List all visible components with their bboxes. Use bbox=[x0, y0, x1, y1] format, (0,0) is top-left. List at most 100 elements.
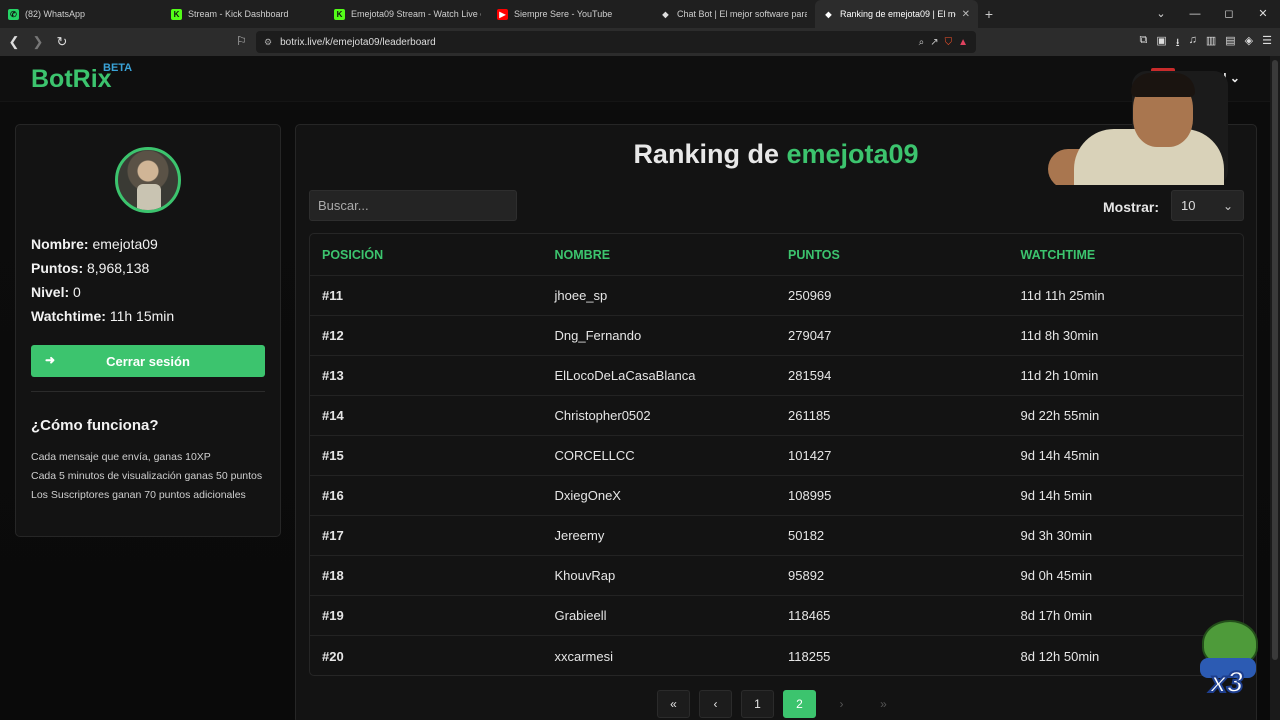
botrix-logo[interactable]: BotRix BETA bbox=[31, 62, 132, 94]
next-page-button[interactable]: › bbox=[825, 690, 858, 718]
column-header-points[interactable]: PUNTOS bbox=[776, 248, 1009, 262]
row-points: 261185 bbox=[788, 408, 831, 423]
profile-points: Puntos: 8,968,138 bbox=[31, 260, 150, 276]
tab-kick-stream[interactable]: K Emejota09 Stream - Watch Live on Ki bbox=[326, 0, 489, 28]
zoom-icon[interactable]: ⌕ bbox=[919, 37, 925, 48]
table-row: #17 Jereemy 50182 9d 3h 30min bbox=[310, 516, 1243, 556]
new-tab-button[interactable]: + bbox=[978, 6, 1000, 22]
last-page-button[interactable]: » bbox=[867, 690, 900, 718]
minimize-icon[interactable]: — bbox=[1178, 0, 1212, 28]
menu-icon[interactable]: ☰ bbox=[1262, 34, 1272, 53]
tab-title: Chat Bot | El mejor software para po bbox=[677, 9, 807, 19]
table-body: #11 jhoee_sp 250969 11d 11h 25min #12 Dng_Fer… bbox=[310, 276, 1243, 675]
tab-ranking[interactable]: ◆ Ranking de emejota09 | El mejor ✕ bbox=[815, 0, 978, 28]
show-count-select[interactable]: 10 ⌄ bbox=[1171, 190, 1244, 221]
sticker-text: x3 bbox=[1209, 665, 1244, 700]
how-it-works-list: Cada mensaje que envía, ganas 10XP Cada … bbox=[31, 448, 262, 505]
reload-icon[interactable]: ↻ bbox=[52, 34, 72, 50]
address-bar[interactable]: ⚙ botrix.live/k/emejota09/leaderboard ⌕ … bbox=[256, 31, 976, 53]
screenshot-icon[interactable]: ▣ bbox=[1156, 34, 1166, 53]
row-points: 50182 bbox=[788, 528, 825, 543]
page-button-2[interactable]: 2 bbox=[783, 690, 816, 718]
row-name: Christopher0502 bbox=[554, 408, 651, 423]
row-position: #12 bbox=[322, 328, 344, 343]
extension-icons: ⧉ ▣ ⭳ ♫ ▥ ▤ ◈ ☰ bbox=[1139, 34, 1272, 53]
show-count-value: 10 bbox=[1181, 198, 1196, 213]
logout-button[interactable]: ➜ Cerrar sesión bbox=[31, 345, 265, 377]
tab-youtube[interactable]: ▶ Siempre Sere - YouTube bbox=[489, 0, 652, 28]
logout-label: Cerrar sesión bbox=[106, 353, 190, 369]
row-position: #11 bbox=[322, 288, 343, 303]
download-icon[interactable]: ⭳ bbox=[1176, 34, 1180, 53]
row-name: Dng_Fernando bbox=[554, 328, 642, 343]
row-points: 95892 bbox=[788, 568, 825, 583]
previous-page-button[interactable]: ‹ bbox=[699, 690, 732, 718]
row-points: 118465 bbox=[788, 608, 831, 623]
how-it-works-item: Los Suscriptores ganan 70 puntos adicion… bbox=[31, 489, 246, 501]
row-points: 101427 bbox=[788, 448, 832, 463]
profile-info: Nombre: emejota09 Puntos: 8,968,138 Nive… bbox=[31, 232, 174, 328]
emote-sticker: x3 bbox=[1198, 616, 1262, 704]
profile-watchtime: Watchtime: 11h 15min bbox=[31, 308, 175, 324]
sidebar-icon[interactable]: ▥ bbox=[1206, 34, 1216, 53]
beta-badge: BETA bbox=[103, 62, 133, 74]
table-header: POSICIÓN NOMBRE PUNTOS WATCHTIME bbox=[310, 234, 1243, 276]
brave-shields-icon[interactable]: ⛉ bbox=[945, 37, 953, 48]
chevron-down-icon: ⌄ bbox=[1222, 199, 1233, 213]
tab-kick-dashboard[interactable]: K Stream - Kick Dashboard bbox=[163, 0, 326, 28]
how-it-works-title: ¿Cómo funciona? bbox=[31, 417, 159, 434]
share-icon[interactable]: ↗ bbox=[930, 37, 938, 48]
page-button-1[interactable]: 1 bbox=[741, 690, 774, 718]
back-icon[interactable]: ❮ bbox=[4, 34, 24, 50]
wallet-icon[interactable]: ▤ bbox=[1225, 34, 1235, 53]
row-watchtime: 9d 14h 5min bbox=[1020, 488, 1093, 503]
pagination: « ‹ 1 2 › » bbox=[657, 690, 900, 718]
whatsapp-icon: ✆ bbox=[8, 8, 19, 20]
extensions-icon[interactable]: ⧉ bbox=[1139, 34, 1147, 53]
forward-icon[interactable]: ❯ bbox=[28, 34, 48, 50]
tab-whatsapp[interactable]: ✆ (82) WhatsApp bbox=[0, 0, 163, 28]
webcam-hair bbox=[1131, 73, 1195, 97]
table-row: #12 Dng_Fernando 279047 11d 8h 30min bbox=[310, 316, 1243, 356]
row-position: #20 bbox=[322, 648, 344, 664]
row-position: #13 bbox=[322, 368, 344, 383]
column-header-position[interactable]: POSICIÓN bbox=[310, 248, 543, 262]
row-name: xxcarmesi bbox=[554, 648, 614, 664]
table-row: #18 KhouvRap 95892 9d 0h 45min bbox=[310, 556, 1243, 596]
browser-toolbar: ❮ ❯ ↻ ⚐ ⚙ botrix.live/k/emejota09/leader… bbox=[0, 28, 1280, 56]
close-icon[interactable]: ✕ bbox=[962, 9, 970, 20]
row-watchtime: 11d 11h 25min bbox=[1020, 288, 1105, 303]
how-it-works-item: Cada 5 minutos de visualización ganas 50… bbox=[31, 470, 263, 482]
tab-chatbot[interactable]: ◆ Chat Bot | El mejor software para po bbox=[652, 0, 815, 28]
search-input[interactable] bbox=[309, 190, 517, 221]
row-name: Jereemy bbox=[554, 528, 605, 543]
column-header-watchtime[interactable]: WATCHTIME bbox=[1009, 248, 1244, 262]
site-settings-icon[interactable]: ⚙ bbox=[264, 37, 272, 48]
avatar bbox=[115, 147, 181, 213]
chevron-down-icon[interactable]: ⌄ bbox=[1144, 0, 1178, 28]
show-label: Mostrar: bbox=[1103, 199, 1160, 215]
table-row: #11 jhoee_sp 250969 11d 11h 25min bbox=[310, 276, 1243, 316]
row-watchtime: 9d 3h 30min bbox=[1020, 528, 1093, 543]
row-position: #16 bbox=[322, 488, 344, 503]
maximize-icon[interactable]: ◻ bbox=[1212, 0, 1246, 28]
bookmark-icon[interactable]: ⚐ bbox=[236, 34, 247, 48]
scrollbar-thumb[interactable] bbox=[1272, 60, 1278, 660]
webcam-overlay bbox=[1028, 65, 1232, 185]
vpn-icon[interactable]: ◈ bbox=[1245, 34, 1253, 53]
page-scrollbar[interactable] bbox=[1270, 56, 1280, 720]
how-it-works-item: Cada mensaje que envía, ganas 10XP bbox=[31, 451, 211, 463]
table-row: #13 ElLocoDeLaCasaBlanca 281594 11d 2h 10mi… bbox=[310, 356, 1243, 396]
brave-rewards-icon[interactable]: ▲ bbox=[958, 37, 968, 48]
music-icon[interactable]: ♫ bbox=[1189, 34, 1197, 53]
row-position: #14 bbox=[322, 408, 344, 423]
first-page-button[interactable]: « bbox=[657, 690, 690, 718]
profile-name: Nombre: emejota09 bbox=[31, 236, 158, 252]
kick-icon: K bbox=[171, 8, 182, 20]
column-header-name[interactable]: NOMBRE bbox=[543, 248, 777, 262]
row-name: Grabieell bbox=[554, 608, 607, 623]
table-row: #19 Grabieell 118465 8d 17h 0min bbox=[310, 596, 1243, 636]
botrix-icon: ◆ bbox=[662, 9, 669, 19]
row-watchtime: 9d 0h 45min bbox=[1020, 568, 1093, 583]
close-icon[interactable]: ✕ bbox=[1246, 0, 1280, 28]
